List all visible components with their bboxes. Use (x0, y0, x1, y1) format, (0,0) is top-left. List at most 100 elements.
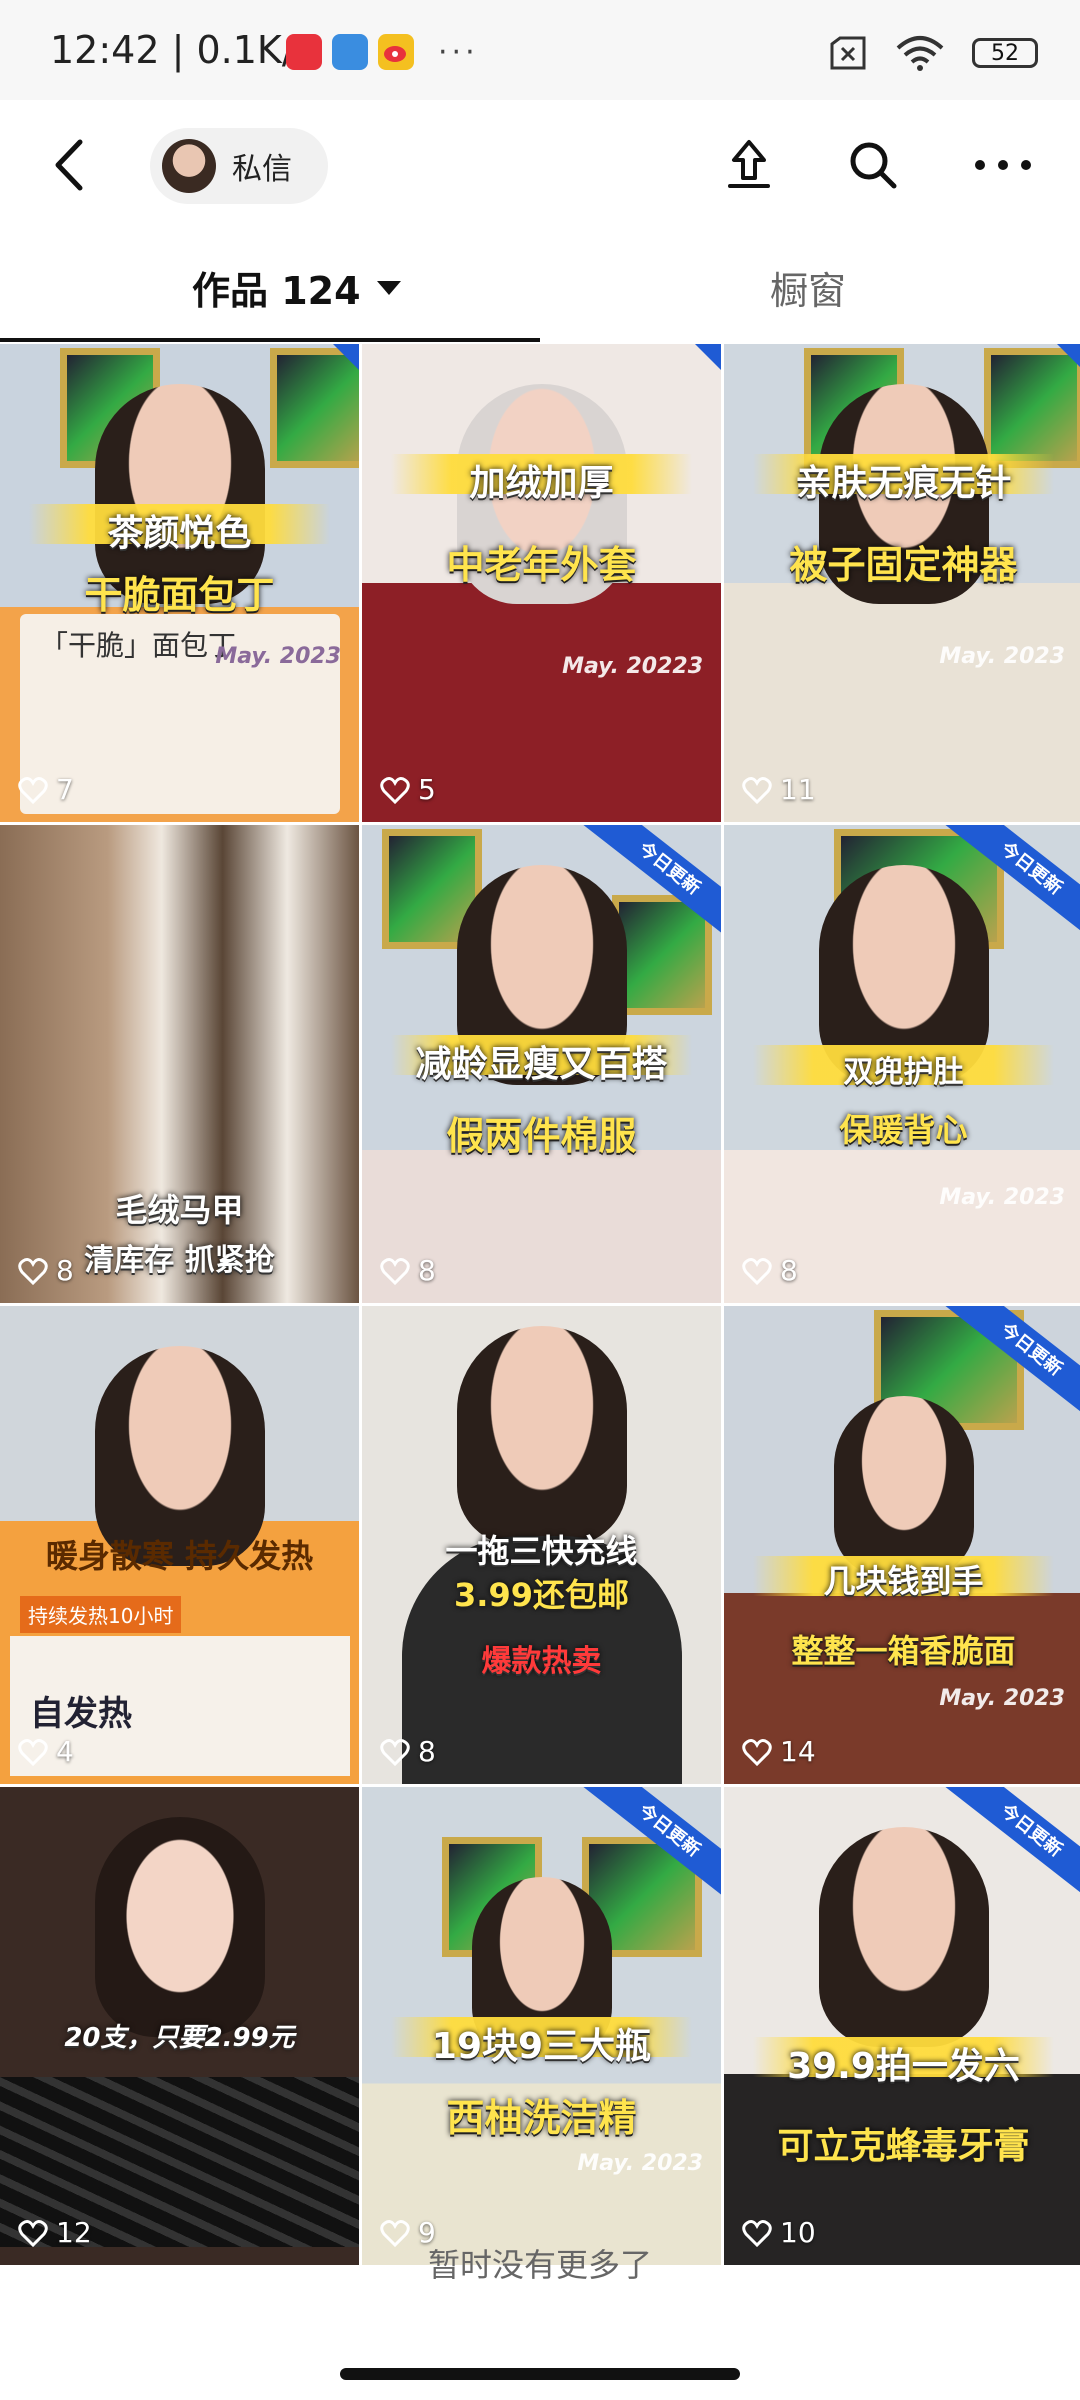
date-stamp: May. 2023 (939, 1686, 1065, 1711)
like-count: 4 (18, 1735, 74, 1768)
caption-bottom: 假两件棉服 (446, 1114, 637, 1158)
like-count-value: 8 (780, 1254, 798, 1287)
caption-top: 20支，只要2.99元 (64, 2023, 295, 2053)
more-notifications-icon: ··· (438, 34, 479, 70)
hot-sale-label: 爆款热卖 (481, 1644, 602, 1679)
caption-bottom: 整整一箱香脆面 (791, 1632, 1016, 1670)
like-count: 8 (742, 1254, 798, 1287)
date-stamp: May. 2023 (215, 644, 341, 669)
status-time: 12:42 | 0.1K/s (50, 28, 314, 72)
heart-icon (380, 776, 410, 804)
caption-bottom: 保暖背心 (839, 1111, 968, 1149)
private-message-button[interactable]: 私信 (150, 128, 328, 204)
video-tile[interactable]: 20支，只要2.99元 12 (0, 1787, 359, 2265)
clock: 12:42 (50, 28, 160, 72)
caption-top: 几块钱到手 (823, 1562, 984, 1600)
status-bar: 12:42 | 0.1K/s ··· 52 (0, 0, 1080, 100)
app-icon (332, 34, 368, 70)
caption-bottom: 3.99还包邮 (454, 1576, 629, 1614)
active-tab-indicator (0, 338, 540, 342)
battery-icon: 52 (972, 38, 1038, 68)
xiaohongshu-icon (286, 34, 322, 70)
video-tile[interactable]: 一拖三快充线 3.99还包邮 爆款热卖 8 (362, 1306, 721, 1784)
back-arrow-icon[interactable] (40, 130, 100, 200)
video-tile[interactable]: 加绒加厚 中老年外套 May. 20223 5 (362, 344, 721, 822)
like-count-value: 14 (780, 1735, 816, 1768)
caption-top: 茶颜悦色 (107, 513, 252, 554)
caption-top: 加绒加厚 (469, 463, 614, 504)
video-tile[interactable]: 减龄显瘦又百搭 假两件棉服 今日更新 8 (362, 825, 721, 1303)
date-stamp: May. 2023 (939, 644, 1065, 669)
model-face (456, 1326, 627, 1546)
caption-top: 暖身散寒 持久发热 (45, 1537, 314, 1575)
like-count: 8 (380, 1735, 436, 1768)
like-count: 14 (742, 1735, 816, 1768)
home-indicator[interactable] (340, 2368, 740, 2380)
private-message-label: 私信 (232, 152, 292, 187)
heart-icon (380, 1738, 410, 1766)
like-count: 11 (742, 773, 816, 806)
tab-shop-label: 橱窗 (770, 269, 847, 313)
avatar (162, 139, 216, 193)
caption-top: 毛绒马甲 (115, 1191, 244, 1229)
status-right: 52 (828, 34, 1038, 72)
caret-down-icon (376, 280, 401, 295)
like-count: 8 (380, 1254, 436, 1287)
profile-header: 私信 (0, 100, 1080, 230)
like-count: 8 (18, 1254, 74, 1287)
wifi-icon (896, 36, 944, 71)
weibo-glyph-icon (384, 46, 406, 62)
more-icon[interactable] (970, 132, 1036, 198)
video-tile[interactable]: 双兜护肚 保暖背心 May. 2023 今日更新 8 (724, 825, 1080, 1303)
search-icon[interactable] (840, 132, 906, 198)
caption-top: 39.9拍一发六 (787, 2046, 1020, 2087)
heart-icon (18, 1738, 48, 1766)
battery-level: 52 (991, 40, 1019, 66)
like-count-value: 8 (418, 1254, 436, 1287)
date-stamp: May. 2023 (577, 2151, 703, 2176)
caption-top: 双兜护肚 (843, 1055, 964, 1090)
caption-top: 减龄显瘦又百搭 (415, 1044, 668, 1085)
date-stamp: May. 20223 (562, 654, 703, 679)
like-count: 5 (380, 773, 436, 806)
video-tile[interactable]: 暖身散寒 持久发热 持续发热10小时 自发热 4 (0, 1306, 359, 1784)
sim-off-icon (830, 36, 866, 70)
video-tile[interactable]: 几块钱到手 整整一箱香脆面 May. 2023 今日更新 14 (724, 1306, 1080, 1784)
caption-bottom: 自发热 (30, 1694, 132, 1734)
heart-icon (742, 1738, 772, 1766)
tab-works-label: 作品 124 (192, 269, 361, 313)
video-tile[interactable]: 毛绒马甲 清库存 抓紧抢 8 (0, 825, 359, 1303)
heart-icon (18, 1257, 48, 1285)
like-count-value: 7 (56, 773, 74, 806)
video-grid: 茶颜悦色 干脆面包丁 「干脆」面包丁 May. 2023 7 加绒加厚 中老年外… (0, 344, 1080, 2265)
video-tile[interactable]: 亲肤无痕无针 被子固定神器 May. 2023 11 (724, 344, 1080, 822)
caption-bottom: 可立克蜂毒牙膏 (777, 2126, 1030, 2167)
product-label: 持续发热10小时 (20, 1596, 182, 1633)
caption-top: 亲肤无痕无针 (795, 463, 1012, 504)
heart-icon (380, 1257, 410, 1285)
date-stamp: May. 2023 (939, 1185, 1065, 1210)
heart-icon (18, 776, 48, 804)
video-tile[interactable]: 茶颜悦色 干脆面包丁 「干脆」面包丁 May. 2023 7 (0, 344, 359, 822)
presenter-face (833, 1396, 974, 1576)
like-count-value: 5 (418, 773, 436, 806)
tab-shop-window[interactable]: 橱窗 (770, 260, 846, 315)
heart-icon (742, 1257, 772, 1285)
model-face (94, 1817, 265, 2037)
like-count-value: 8 (418, 1735, 436, 1768)
weibo-icon (378, 34, 414, 70)
no-more-content-label: 暂时没有更多了 (427, 2246, 652, 2284)
caption-bottom: 西柚洗洁精 (446, 2096, 637, 2140)
product-label: 「干脆」面包丁 (40, 629, 237, 662)
heart-icon (742, 776, 772, 804)
like-count: 7 (18, 773, 74, 806)
video-tile[interactable]: 19块9三大瓶 西柚洗洁精 May. 2023 今日更新 9 (362, 1787, 721, 2265)
video-tile[interactable]: 39.9拍一发六 可立克蜂毒牙膏 今日更新 10 (724, 1787, 1080, 2265)
caption-top: 一拖三快充线 (445, 1532, 638, 1570)
share-icon[interactable] (716, 132, 782, 198)
tab-works[interactable]: 作品 124 (192, 260, 401, 315)
notification-icons: ··· (286, 34, 479, 70)
like-count-value: 8 (56, 1254, 74, 1287)
caption-bottom: 干脆面包丁 (84, 573, 275, 617)
profile-tabs: 作品 124 橱窗 (0, 230, 1080, 342)
